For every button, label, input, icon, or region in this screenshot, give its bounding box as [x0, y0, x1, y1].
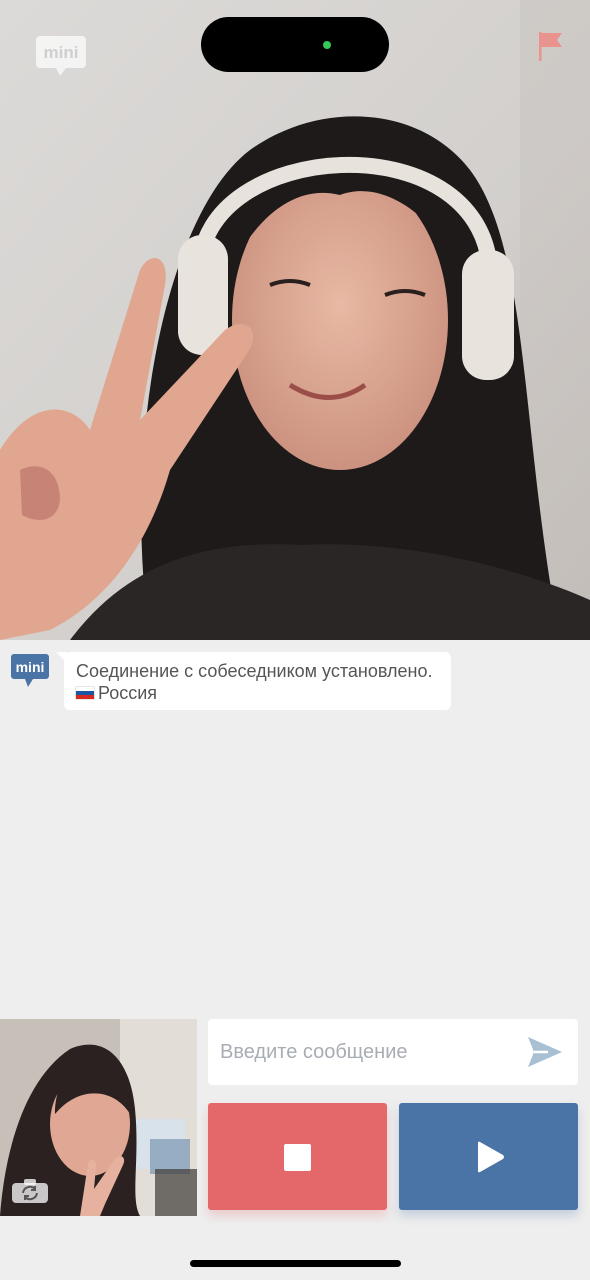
chat-avatar-logo: mini [11, 654, 49, 687]
home-indicator [190, 1260, 401, 1267]
partner-country: Россия [76, 682, 439, 704]
flag-icon[interactable] [536, 30, 564, 62]
message-input[interactable] [220, 1019, 520, 1085]
remote-video: mini [0, 0, 590, 640]
russia-flag-icon [76, 687, 94, 699]
send-icon[interactable] [526, 1033, 564, 1071]
message-text: Соединение с собеседником установлено. [76, 661, 433, 681]
switch-camera-icon[interactable] [11, 1178, 49, 1204]
dynamic-island [201, 17, 389, 72]
stop-button[interactable] [208, 1103, 387, 1210]
stop-icon [284, 1144, 311, 1171]
system-message: Соединение с собеседником установлено. Р… [56, 652, 451, 710]
country-label: Россия [98, 683, 158, 703]
chat-avatar-text: mini [16, 659, 45, 675]
app-logo-text: mini [44, 43, 79, 62]
play-icon [478, 1141, 504, 1173]
message-composer [208, 1019, 578, 1085]
remote-video-image [0, 0, 590, 640]
app-logo: mini [36, 36, 86, 76]
next-button[interactable] [399, 1103, 578, 1210]
camera-indicator [323, 41, 331, 49]
